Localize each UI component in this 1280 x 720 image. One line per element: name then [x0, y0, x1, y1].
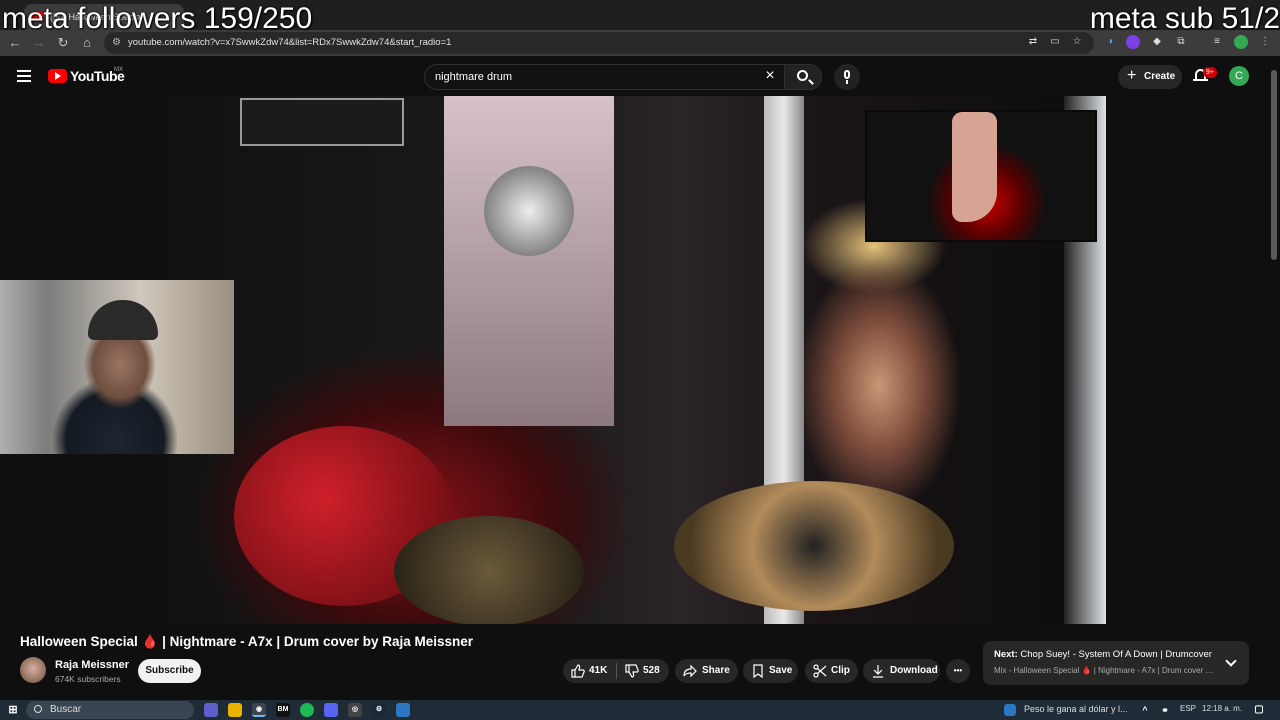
show-hidden-icons-chevron-icon[interactable]: ^: [1138, 703, 1152, 717]
up-next-card[interactable]: Next: Chop Suey! - System Of A Down | Dr…: [983, 641, 1249, 685]
dislike-button[interactable]: 528: [617, 659, 669, 683]
share-button[interactable]: Share: [675, 659, 738, 683]
youtube-logo-icon[interactable]: [48, 69, 67, 83]
cast-icon[interactable]: ▭: [1048, 35, 1062, 49]
plus-icon: +: [1127, 67, 1137, 84]
country-code: MX: [114, 67, 123, 73]
subscriber-count: 674K subscribers: [55, 674, 121, 684]
meet-app-icon[interactable]: [204, 703, 218, 717]
translate-icon[interactable]: ⇄: [1026, 35, 1040, 49]
share-arrow-icon: [683, 664, 697, 678]
download-icon: [873, 665, 883, 678]
discord-app-icon[interactable]: [324, 703, 338, 717]
channel-avatar[interactable]: [20, 657, 46, 683]
search-input[interactable]: nightmare drum: [424, 64, 784, 90]
notification-center-icon[interactable]: ▢: [1252, 703, 1266, 717]
voice-search-button[interactable]: [834, 64, 860, 90]
scrollbar-thumb[interactable]: [1271, 70, 1277, 260]
channel-name[interactable]: Raja Meissner: [55, 659, 129, 671]
scissors-icon: [813, 664, 827, 678]
like-button[interactable]: 41K: [563, 659, 616, 683]
page-scrollbar[interactable]: [1268, 56, 1280, 700]
news-widget-icon[interactable]: [1004, 704, 1016, 716]
up-next-title: Next: Chop Suey! - System Of A Down | Dr…: [994, 649, 1212, 660]
taskbar-search[interactable]: Buscar: [26, 701, 194, 719]
chevron-down-icon[interactable]: [1225, 655, 1237, 667]
keyboard-language[interactable]: ESP: [1180, 704, 1196, 713]
subscribe-button[interactable]: Subscribe: [138, 659, 201, 683]
obs-app-icon[interactable]: ◎: [348, 703, 362, 717]
overlay-sub-goal: meta sub 51/2: [1089, 2, 1280, 35]
start-windows-icon[interactable]: ⊞: [6, 703, 20, 717]
up-next-subtitle: Mix - Halloween Special 🩸 | Nightmare - …: [994, 666, 1214, 675]
news-ticker[interactable]: Peso le gana al dólar y l...: [1024, 704, 1128, 714]
more-actions-button[interactable]: •••: [946, 659, 970, 683]
webcam-cap: [88, 300, 158, 340]
bm-app-icon[interactable]: BM: [276, 703, 290, 717]
file-explorer-icon[interactable]: [228, 703, 242, 717]
dislike-count: 528: [643, 665, 660, 676]
spotify-app-icon[interactable]: [300, 703, 314, 717]
share-label: Share: [702, 665, 730, 676]
video-scene-rack: [240, 98, 404, 146]
bookmark-icon: [753, 664, 763, 678]
pedal-cam-foot: [952, 112, 997, 222]
chrome-app-icon[interactable]: ◉: [252, 703, 266, 717]
steam-app-icon[interactable]: ⚙: [372, 703, 386, 717]
hamburger-menu-icon[interactable]: [17, 70, 31, 82]
system-clock[interactable]: 12:18 a. m.: [1202, 704, 1242, 713]
site-info-icon[interactable]: ⚙: [112, 37, 121, 48]
windows-taskbar: ⊞ Buscar ◉ BM ◎ ⚙ Peso le gana al dólar …: [0, 700, 1280, 720]
thumbs-down-icon: [625, 664, 639, 678]
like-count: 41K: [589, 665, 608, 676]
streamer-webcam: [0, 280, 234, 454]
url-text: youtube.com/watch?v=x7SwwkZdw74&list=RDx…: [128, 37, 452, 48]
create-label: Create: [1144, 71, 1176, 82]
account-avatar[interactable]: C: [1229, 66, 1249, 86]
youtube-header: YouTube MX nightmare drum × + Create 9+ …: [0, 56, 1280, 96]
video-scene-cymbal: [394, 516, 584, 624]
thumbs-up-icon: [571, 664, 585, 678]
save-label: Save: [769, 665, 793, 676]
video-scene-drum: [484, 166, 574, 256]
notification-badge: 9+: [1203, 67, 1217, 78]
search-icon: [34, 705, 42, 713]
like-dislike-group: 41K 528: [563, 659, 669, 683]
overlay-followers-goal: meta followers 159/250: [2, 2, 313, 35]
network-icon[interactable]: ⚭: [1158, 703, 1172, 717]
vpn-app-icon[interactable]: [396, 703, 410, 717]
save-button[interactable]: Save: [743, 659, 798, 683]
pedal-cam-inset: [865, 110, 1097, 242]
search-icon: [797, 70, 808, 81]
clip-label: Clip: [831, 665, 850, 676]
clip-button[interactable]: Clip: [805, 659, 858, 683]
up-next-prefix: Next:: [994, 649, 1018, 660]
taskbar-search-placeholder: Buscar: [50, 704, 82, 715]
search-button[interactable]: [784, 64, 822, 90]
bookmark-star-icon[interactable]: ☆: [1070, 35, 1084, 49]
video-scene-cymbal: [674, 481, 954, 611]
create-button[interactable]: + Create: [1118, 65, 1182, 89]
clear-search-icon[interactable]: ×: [762, 67, 778, 85]
up-next-video-title: Chop Suey! - System Of A Down | Drumcove…: [1020, 649, 1212, 660]
download-label: Download: [890, 665, 938, 676]
download-button[interactable]: Download: [863, 659, 940, 683]
video-title: Halloween Special 🩸 | Nightmare - A7x | …: [20, 634, 474, 649]
video-scene-wall: [444, 96, 614, 426]
